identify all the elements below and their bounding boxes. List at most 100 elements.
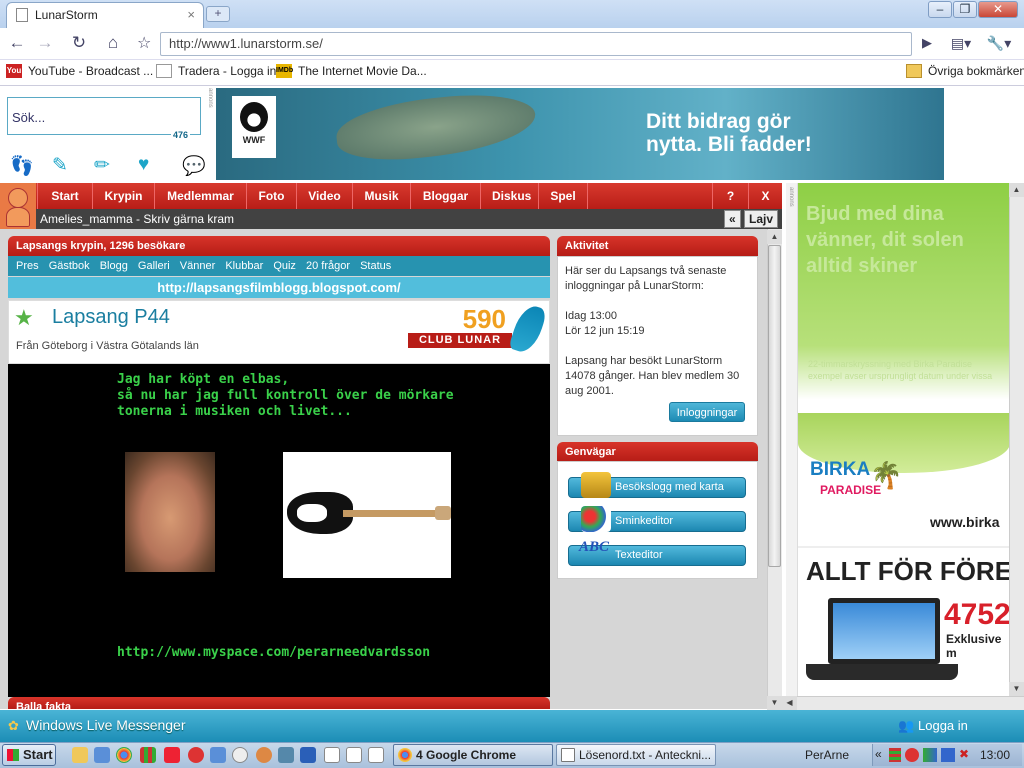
sminkeditor-button[interactable]: Sminkeditor [568,506,746,532]
birka-fineprint: 22-timmarskryssning med Birka Paradise e… [808,359,993,381]
pencil-icon[interactable]: ✏ [94,154,110,177]
subnav-vanner[interactable]: Vänner [180,260,215,272]
page-menu-icon[interactable]: ▤▾ [948,32,974,56]
taskbar-chrome[interactable]: 4 Google Chrome [393,744,553,766]
club-lunar-badge[interactable]: 590 CLUB LUNAR [408,305,512,353]
nav-spel[interactable]: Spel [538,183,588,209]
reload-icon[interactable]: ↻ [66,32,92,56]
nav-medlemmar[interactable]: Medlemmar [154,183,246,209]
help-button[interactable]: ? [712,183,748,209]
status-message[interactable]: Amelies_mamma - Skriv gärna kram [36,209,782,229]
bookmarks-bar: You YouTube - Broadcast ... Tradera - Lo… [0,60,1024,86]
page-icon [16,8,28,22]
heart-icon[interactable]: ♥ [138,154,149,176]
horizontal-scrollbar[interactable] [782,696,1024,710]
messenger-login-link[interactable]: Logga in [918,718,968,733]
nav-krypin[interactable]: Krypin [92,183,154,209]
document-icon-2[interactable] [368,747,384,763]
subnav-blogg[interactable]: Blogg [100,260,128,272]
shortcut-label: Texteditor [615,549,663,561]
blog-url-link[interactable]: http://lapsangsfilmblogg.blogspot.com/ [8,277,550,298]
nav-bloggar[interactable]: Bloggar [410,183,480,209]
close-window-button[interactable]: ✕ [978,1,1018,18]
nav-musik[interactable]: Musik [352,183,410,209]
banner-line-2: nytta. Bli fadder! [646,133,812,156]
browser-tab[interactable]: LunarStorm × [6,2,204,28]
scroll-up-arrow-icon[interactable]: ▲ [767,230,782,244]
maximize-button[interactable]: ❐ [953,1,977,18]
notepad-icon[interactable] [324,747,340,763]
guitar-icon[interactable]: ✎ [52,154,68,177]
app-icon[interactable] [164,747,180,763]
aktivitet-intro: Här ser du Lapsangs två senaste inloggni… [565,265,727,292]
subnav-klubbar[interactable]: Klubbar [225,260,263,272]
subnav-galleri[interactable]: Galleri [138,260,170,272]
sparkle-icon[interactable] [188,747,204,763]
chrome-icon[interactable] [116,747,132,763]
word-icon[interactable] [300,747,316,763]
nav-foto[interactable]: Foto [246,183,296,209]
chat-bubble-icon[interactable]: 💬 [182,154,206,178]
messenger-icon[interactable] [278,747,294,763]
mascot-avatar[interactable] [0,183,36,229]
address-bar[interactable]: ☆ http://www1.lunarstorm.se/ [137,32,912,56]
texteditor-button[interactable]: ABC Texteditor [568,539,746,566]
other-bookmarks[interactable]: Övriga bokmärken [906,64,1024,78]
back-button[interactable]: « [724,210,741,228]
footprints-icon[interactable]: 👣 [10,154,34,178]
tray-expand-icon[interactable]: « [875,747,882,761]
back-arrow-icon[interactable]: ← [4,32,30,56]
scrollbar-thumb[interactable] [768,245,781,567]
folder-icon[interactable] [72,747,88,763]
tray-app-icon[interactable] [889,748,901,762]
clock-icon[interactable] [232,747,248,763]
taskbar-notepad[interactable]: Lösenord.txt - Anteckni... [556,744,716,766]
nav-diskus[interactable]: Diskus [480,183,538,209]
tray-security-icon[interactable] [923,748,937,762]
firefox-icon[interactable] [256,747,272,763]
ad-scroll-up-icon[interactable]: ▲ [1009,183,1024,197]
scroll-down-arrow-icon[interactable]: ▼ [767,696,782,710]
forward-arrow-icon[interactable]: → [32,32,58,56]
bookmark-youtube[interactable]: You YouTube - Broadcast ... [6,64,153,78]
edit-icon[interactable] [94,747,110,763]
subnav-20-fragor[interactable]: 20 frågor [306,260,350,272]
notepad-icon [561,748,575,762]
document-icon[interactable] [346,747,362,763]
subnav-quiz[interactable]: Quiz [273,260,296,272]
tray-error-icon[interactable]: ✖ [959,747,969,761]
scroll-left-arrow-icon[interactable]: ◀ [782,696,797,710]
myspace-link[interactable]: http://www.myspace.com/perarneedvardsson [117,645,430,660]
bookmark-tradera[interactable]: Tradera - Logga in [156,64,276,78]
bookmark-star-icon[interactable]: ☆ [137,33,151,53]
subnav-gastbok[interactable]: Gästbok [49,260,90,272]
network-icon[interactable] [210,747,226,763]
wrench-icon[interactable]: 🔧▾ [986,32,1012,56]
lajv-button[interactable]: Lajv [744,210,779,228]
start-button[interactable]: Start [2,744,56,766]
tab-close-icon[interactable]: × [187,7,195,22]
close-button[interactable]: X [748,183,782,209]
laptop-base [806,664,958,680]
tray-network-icon[interactable] [941,748,955,762]
home-icon[interactable]: ⌂ [100,32,126,56]
go-icon[interactable]: ▶ [914,32,940,56]
minimize-button[interactable]: – [928,1,952,18]
abc-icon: ABC [579,539,610,555]
new-tab-button[interactable]: + [206,6,230,22]
tray-antivirus-icon[interactable] [905,748,919,762]
subnav-status[interactable]: Status [360,260,391,272]
search-input[interactable]: Sök... 476 [7,97,201,140]
ad-scrollbar[interactable] [1009,183,1024,696]
besokslogg-button[interactable]: Besökslogg med karta [568,472,746,498]
aktivitet-header: Aktivitet [557,236,758,256]
subnav-pres[interactable]: Pres [16,260,39,272]
wwf-banner-ad[interactable]: WWF Ditt bidrag gör nytta. Bli fadder! [216,88,944,180]
ad-scroll-down-icon[interactable]: ▼ [1009,682,1024,696]
calculator-icon[interactable] [140,747,156,763]
nav-start[interactable]: Start [37,183,92,209]
chrome-icon [398,748,412,762]
inloggningar-button[interactable]: Inloggningar [669,402,745,422]
nav-video[interactable]: Video [296,183,352,209]
bookmark-imdb[interactable]: IMDb The Internet Movie Da... [276,64,427,78]
